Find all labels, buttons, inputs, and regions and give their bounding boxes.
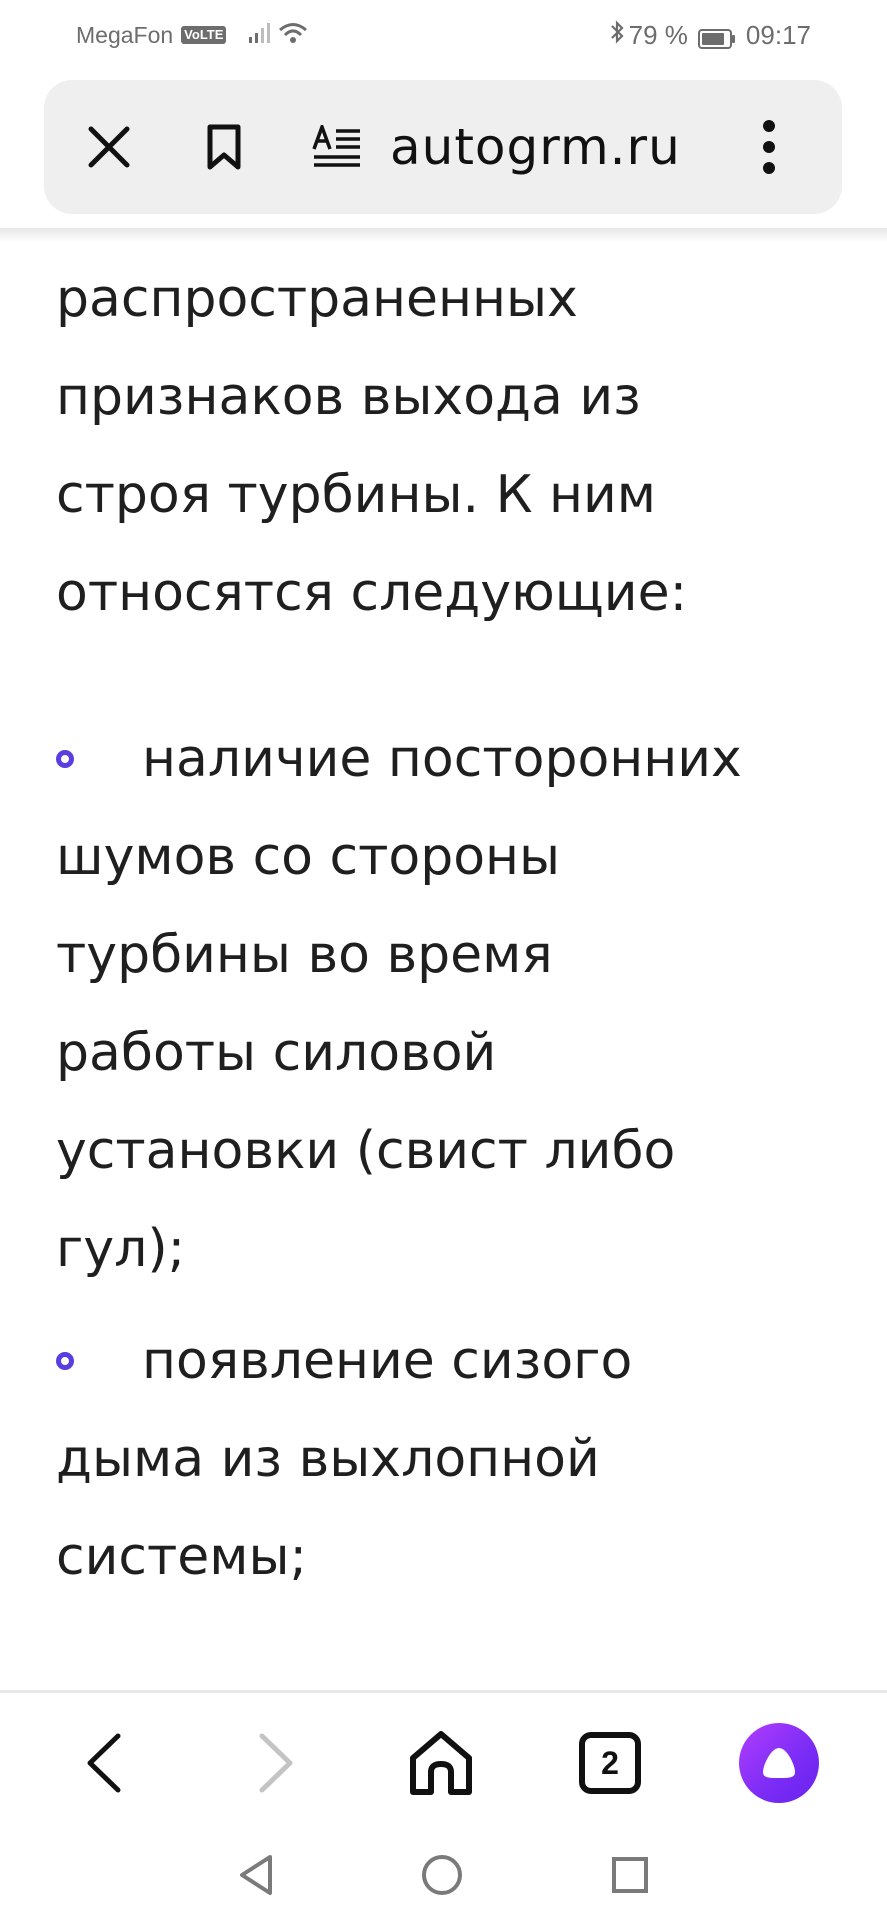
close-icon	[88, 126, 130, 168]
wifi-icon	[278, 20, 308, 51]
bullet-circle-icon	[56, 750, 74, 768]
text-line: установки (свист либо	[56, 1121, 676, 1181]
more-menu-button[interactable]	[744, 80, 794, 214]
intro-paragraph: распространенных признаков выхода из стр…	[56, 250, 846, 642]
status-left: MegaFon VoLTE	[76, 20, 308, 50]
text-line: системы;	[56, 1527, 308, 1587]
status-right: 79 % 09:17	[609, 20, 811, 50]
home-icon	[410, 1731, 472, 1795]
address-bar-shadow	[0, 228, 887, 242]
list-item: появление сизого дыма из выхлопной систе…	[56, 1312, 846, 1606]
home-button[interactable]	[398, 1693, 484, 1833]
browser-screen: MegaFon VoLTE 79 % 09:17 autogrm.ru расп…	[0, 0, 887, 1920]
text-line: относятся следующие:	[56, 563, 688, 623]
reader-mode-icon	[312, 125, 360, 167]
symptom-list: наличие посторонних шумов со стороны тур…	[56, 710, 846, 1606]
forward-button[interactable]	[236, 1693, 316, 1833]
url-text[interactable]: autogrm.ru	[390, 80, 681, 214]
nav-home-circle-icon	[422, 1855, 462, 1895]
list-item: наличие посторонних шумов со стороны тур…	[56, 710, 846, 1298]
text-line: работы силовой	[56, 1023, 497, 1083]
status-bar: MegaFon VoLTE 79 % 09:17	[0, 0, 887, 70]
text-line: дыма из выхлопной	[56, 1429, 600, 1489]
text-line: признаков выхода из	[56, 367, 641, 427]
article-content: распространенных признаков выхода из стр…	[56, 250, 846, 1620]
text-line: гул);	[56, 1219, 186, 1279]
tabs-count: 2	[601, 1744, 619, 1781]
forward-arrow-icon	[259, 1733, 293, 1793]
system-recents-button[interactable]	[600, 1830, 660, 1920]
alice-assistant-icon	[739, 1723, 819, 1803]
bookmark-icon	[207, 124, 241, 170]
tabs-button[interactable]: 2	[570, 1693, 650, 1833]
close-tab-button[interactable]	[74, 80, 144, 214]
text-line: турбины во время	[56, 925, 553, 985]
tabs-icon: 2	[579, 1732, 641, 1794]
clock: 09:17	[745, 19, 811, 50]
nav-recents-square-icon	[612, 1857, 648, 1893]
address-bar: autogrm.ru	[44, 80, 842, 214]
system-home-button[interactable]	[412, 1830, 472, 1920]
text-line: строя турбины. К ним	[56, 465, 657, 525]
system-navigation-bar	[0, 1830, 887, 1920]
system-back-button[interactable]	[226, 1830, 286, 1920]
reader-mode-button[interactable]	[306, 80, 368, 214]
text-line: появление сизого	[142, 1331, 633, 1391]
text-line: шумов со стороны	[56, 827, 561, 887]
text-line: распространенных	[56, 269, 578, 329]
carrier-name: MegaFon	[76, 21, 174, 48]
battery-percent: 79 %	[628, 19, 688, 50]
bookmark-button[interactable]	[194, 80, 254, 214]
nav-back-triangle-icon	[240, 1855, 272, 1895]
signal-icon	[248, 20, 271, 51]
back-arrow-icon	[87, 1733, 121, 1793]
volte-badge: VoLTE	[181, 26, 227, 44]
bluetooth-icon	[609, 19, 625, 52]
bullet-circle-icon	[56, 1352, 74, 1370]
browser-toolbar: 2	[0, 1690, 887, 1833]
more-menu-icon	[763, 120, 775, 174]
text-line: наличие посторонних	[142, 729, 742, 789]
back-button[interactable]	[64, 1693, 144, 1833]
battery-icon	[697, 25, 736, 49]
alice-assistant-button[interactable]	[738, 1693, 820, 1833]
